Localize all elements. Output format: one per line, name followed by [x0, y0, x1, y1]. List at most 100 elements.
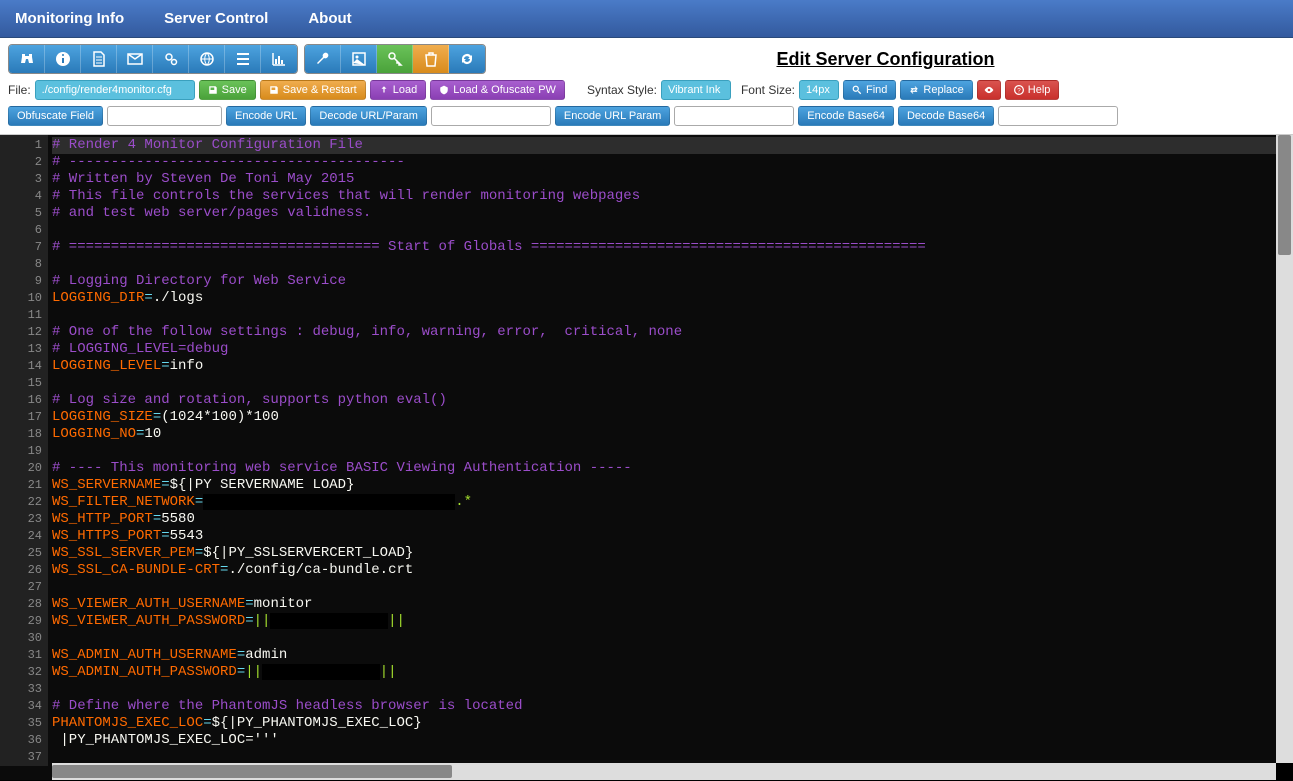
nav-server-control[interactable]: Server Control [164, 10, 268, 27]
file-icon[interactable] [81, 45, 117, 73]
code-line[interactable]: WS_SSL_SERVER_PEM=${|PY_SSLSERVERCERT_LO… [52, 545, 1276, 562]
code-line[interactable] [52, 630, 1276, 647]
scroll-thumb[interactable] [1278, 135, 1291, 255]
code-line[interactable] [52, 375, 1276, 392]
encode-b64-button[interactable]: Encode Base64 [798, 106, 894, 126]
nav-about[interactable]: About [308, 10, 351, 27]
line-number: 24 [0, 528, 42, 545]
page-title: Edit Server Configuration [486, 49, 1285, 70]
mail-icon[interactable] [117, 45, 153, 73]
code-line[interactable]: WS_SERVERNAME=${|PY SERVERNAME LOAD} [52, 477, 1276, 494]
code-line[interactable]: # Define where the PhantomJS headless br… [52, 698, 1276, 715]
code-line[interactable]: WS_VIEWER_AUTH_USERNAME=monitor [52, 596, 1276, 613]
code-line[interactable]: # Log size and rotation, supports python… [52, 392, 1276, 409]
line-number: 33 [0, 681, 42, 698]
load-button[interactable]: Load [370, 80, 426, 100]
code-line[interactable]: PHANTOMJS_EXEC_LOC=${|PY_PHANTOMJS_EXEC_… [52, 715, 1276, 732]
binoculars-icon[interactable] [9, 45, 45, 73]
code-line[interactable]: # --------------------------------------… [52, 154, 1276, 171]
code-line[interactable]: # Render 4 Monitor Configuration File [52, 137, 1276, 154]
key-icon[interactable] [377, 45, 413, 73]
code-line[interactable] [52, 443, 1276, 460]
line-number: 34 [0, 698, 42, 715]
chart-icon[interactable] [261, 45, 297, 73]
load-ofuscate-button[interactable]: Load & Ofuscate PW [430, 80, 565, 100]
code-line[interactable] [52, 681, 1276, 698]
line-number: 18 [0, 426, 42, 443]
code-line[interactable]: WS_SSL_CA-BUNDLE-CRT=./config/ca-bundle.… [52, 562, 1276, 579]
decode-b64-button[interactable]: Decode Base64 [898, 106, 994, 126]
gears-icon[interactable] [153, 45, 189, 73]
line-number: 9 [0, 273, 42, 290]
code-line[interactable]: # One of the follow settings : debug, in… [52, 324, 1276, 341]
line-number: 11 [0, 307, 42, 324]
code-line[interactable]: # and test web server/pages validness. [52, 205, 1276, 222]
code-line[interactable]: LOGGING_SIZE=(1024*100)*100 [52, 409, 1276, 426]
tasks-icon[interactable] [225, 45, 261, 73]
line-number: 36 [0, 732, 42, 749]
url-input[interactable] [431, 106, 551, 126]
line-number: 29 [0, 613, 42, 630]
b64-input[interactable] [998, 106, 1118, 126]
line-number: 10 [0, 290, 42, 307]
line-number: 22 [0, 494, 42, 511]
line-number: 26 [0, 562, 42, 579]
info-icon[interactable] [45, 45, 81, 73]
code-line[interactable]: LOGGING_LEVEL=info [52, 358, 1276, 375]
line-number: 20 [0, 460, 42, 477]
code-line[interactable]: |PY_PHANTOMJS_EXEC_LOC=''' [52, 732, 1276, 749]
file-path-input[interactable] [35, 80, 195, 100]
obfuscate-button[interactable]: Obfuscate Field [8, 106, 103, 126]
line-number: 21 [0, 477, 42, 494]
vertical-scrollbar[interactable] [1276, 135, 1293, 763]
image-icon[interactable] [341, 45, 377, 73]
help-button[interactable]: ?Help [1005, 80, 1060, 100]
code-line[interactable]: WS_FILTER_NETWORK= .* [52, 494, 1276, 511]
code-line[interactable]: WS_HTTPS_PORT=5543 [52, 528, 1276, 545]
code-line[interactable]: LOGGING_DIR=./logs [52, 290, 1276, 307]
code-line[interactable]: # Logging Directory for Web Service [52, 273, 1276, 290]
code-line[interactable]: WS_HTTP_PORT=5580 [52, 511, 1276, 528]
decode-url-button[interactable]: Decode URL/Param [310, 106, 426, 126]
code-line[interactable]: WS_ADMIN_AUTH_PASSWORD=|| || [52, 664, 1276, 681]
save-restart-button[interactable]: Save & Restart [260, 80, 366, 100]
scroll-thumb[interactable] [52, 765, 452, 778]
syntax-style-select[interactable] [661, 80, 731, 100]
code-line[interactable]: # LOGGING_LEVEL=debug [52, 341, 1276, 358]
code-line[interactable] [52, 307, 1276, 324]
nav-monitoring[interactable]: Monitoring Info [15, 10, 124, 27]
code-line[interactable]: # ---- This monitoring web service BASIC… [52, 460, 1276, 477]
toolbar-encode: Obfuscate Field Encode URL Decode URL/Pa… [0, 106, 1293, 135]
code-line[interactable] [52, 579, 1276, 596]
line-number: 27 [0, 579, 42, 596]
code-line[interactable] [52, 256, 1276, 273]
font-size-label: Font Size: [741, 83, 795, 97]
code-editor[interactable]: 1234567891011121314151617181920212223242… [0, 135, 1293, 780]
replace-button[interactable]: Replace [900, 80, 972, 100]
find-button[interactable]: Find [843, 80, 896, 100]
code-line[interactable] [52, 222, 1276, 239]
trash-icon[interactable] [413, 45, 449, 73]
code-line[interactable]: # ===================================== … [52, 239, 1276, 256]
line-number: 3 [0, 171, 42, 188]
code-line[interactable]: # Written by Steven De Toni May 2015 [52, 171, 1276, 188]
url-param-input[interactable] [674, 106, 794, 126]
wrench-icon[interactable] [305, 45, 341, 73]
encode-url-param-button[interactable]: Encode URL Param [555, 106, 670, 126]
obfuscate-input[interactable] [107, 106, 222, 126]
horizontal-scrollbar[interactable] [52, 763, 1276, 780]
group-monitor [8, 44, 298, 74]
line-number: 15 [0, 375, 42, 392]
line-number: 1 [0, 137, 42, 154]
code-line[interactable]: LOGGING_NO=10 [52, 426, 1276, 443]
code-line[interactable]: WS_ADMIN_AUTH_USERNAME=admin [52, 647, 1276, 664]
encode-url-button[interactable]: Encode URL [226, 106, 306, 126]
code-area[interactable]: # Render 4 Monitor Configuration File# -… [52, 135, 1276, 766]
font-size-select[interactable] [799, 80, 839, 100]
save-button[interactable]: Save [199, 80, 256, 100]
globe-icon[interactable] [189, 45, 225, 73]
code-line[interactable]: # This file controls the services that w… [52, 188, 1276, 205]
eye-button[interactable] [977, 80, 1001, 100]
refresh-icon[interactable] [449, 45, 485, 73]
code-line[interactable]: WS_VIEWER_AUTH_PASSWORD=|| || [52, 613, 1276, 630]
